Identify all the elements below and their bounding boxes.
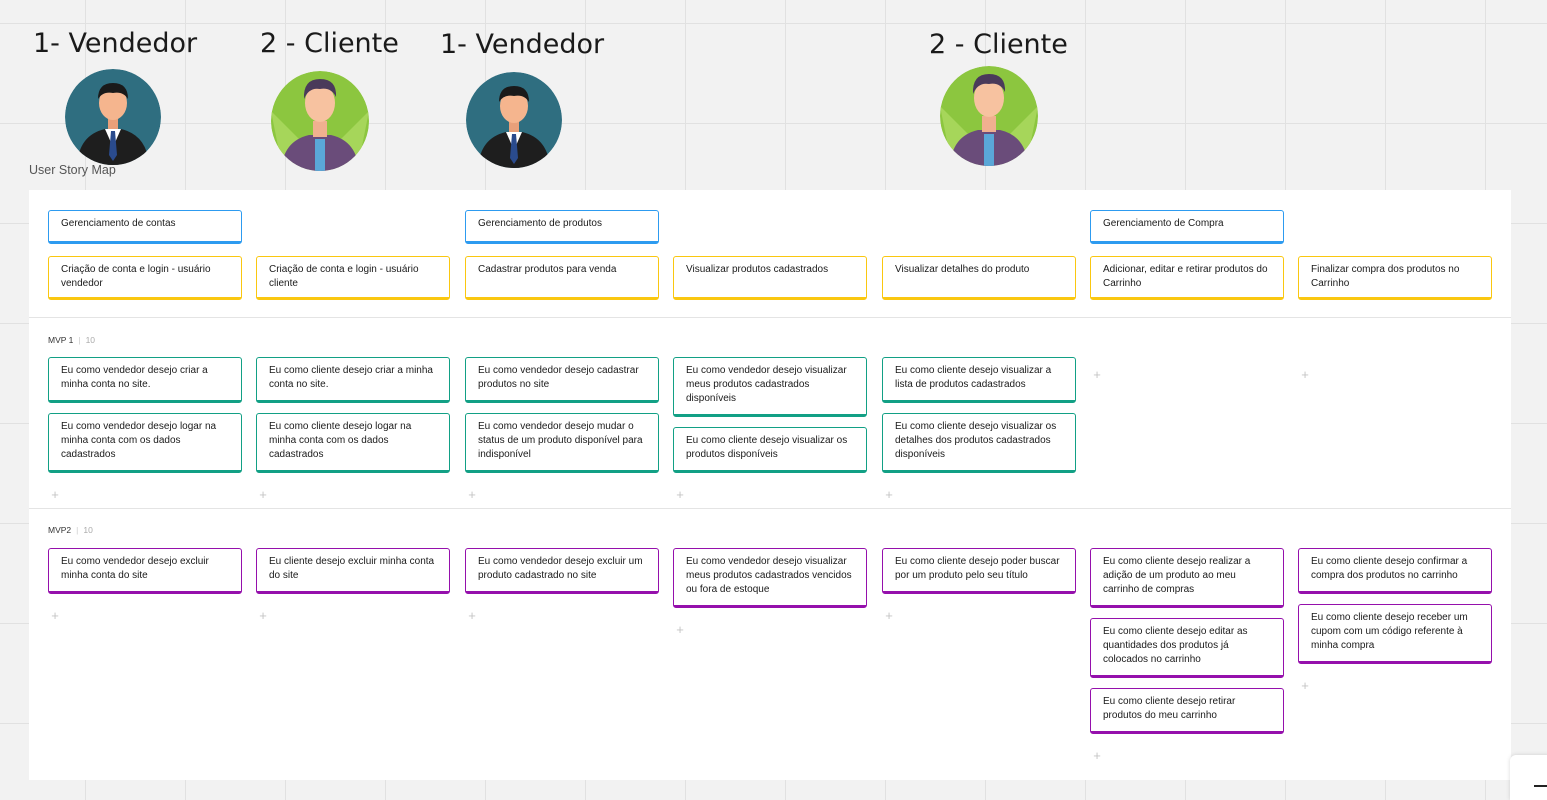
release-count: 10 — [83, 525, 93, 535]
zoom-out-button[interactable] — [1534, 785, 1547, 787]
persona-label-cliente-2[interactable]: 2 - Cliente — [929, 29, 1068, 60]
release-divider — [29, 317, 1511, 318]
story-card[interactable]: Eu como cliente desejo logar na minha co… — [256, 413, 450, 473]
activity-card[interactable]: Gerenciamento de Compra — [1090, 210, 1284, 244]
story-card[interactable]: Eu como vendedor desejo visualizar meus … — [673, 548, 867, 608]
zoom-control[interactable] — [1510, 755, 1547, 800]
story-card[interactable]: Eu como cliente desejo confirmar a compr… — [1298, 548, 1492, 594]
add-story-button[interactable]: + — [467, 488, 477, 501]
step-card[interactable]: Criação de conta e login - usuário clien… — [256, 256, 450, 300]
release-label[interactable]: MVP 1 | 10 — [48, 335, 95, 345]
story-card[interactable]: Eu como vendedor desejo visualizar meus … — [673, 357, 867, 417]
story-card[interactable]: Eu como cliente desejo visualizar os pro… — [673, 427, 867, 473]
release-separator: | — [76, 525, 79, 535]
client-avatar-icon[interactable] — [940, 66, 1038, 166]
add-story-button[interactable]: + — [50, 488, 60, 501]
add-story-button[interactable]: + — [1300, 368, 1310, 381]
activity-card[interactable]: Gerenciamento de produtos — [465, 210, 659, 244]
release-label[interactable]: MVP2 | 10 — [48, 525, 93, 535]
add-story-button[interactable]: + — [1092, 368, 1102, 381]
story-card[interactable]: Eu como vendedor desejo cadastrar produt… — [465, 357, 659, 403]
add-story-button[interactable]: + — [1092, 749, 1102, 762]
story-card[interactable]: Eu como vendedor desejo excluir minha co… — [48, 548, 242, 594]
release-count: 10 — [85, 335, 96, 345]
add-story-button[interactable]: + — [884, 609, 894, 622]
add-story-button[interactable]: + — [675, 488, 685, 501]
add-story-button[interactable]: + — [884, 488, 894, 501]
story-card[interactable]: Eu como vendedor desejo logar na minha c… — [48, 413, 242, 473]
add-story-button[interactable]: + — [1300, 679, 1310, 692]
story-card[interactable]: Eu como cliente desejo realizar a adição… — [1090, 548, 1284, 608]
persona-label-vendedor-2[interactable]: 1- Vendedor — [440, 29, 604, 60]
story-card[interactable]: Eu como cliente desejo retirar produtos … — [1090, 688, 1284, 734]
story-card[interactable]: Eu como cliente desejo visualizar a list… — [882, 357, 1076, 403]
seller-avatar-icon[interactable] — [466, 72, 562, 168]
story-card[interactable]: Eu como cliente desejo visualizar os det… — [882, 413, 1076, 473]
story-card[interactable]: Eu como vendedor desejo criar a minha co… — [48, 357, 242, 403]
seller-avatar-icon[interactable] — [65, 69, 161, 165]
story-card[interactable]: Eu cliente desejo excluir minha conta do… — [256, 548, 450, 594]
release-name: MVP 1 — [48, 335, 74, 345]
step-card[interactable]: Criação de conta e login - usuário vende… — [48, 256, 242, 300]
persona-label-vendedor-1[interactable]: 1- Vendedor — [33, 28, 197, 59]
release-separator: | — [78, 335, 81, 345]
add-story-button[interactable]: + — [675, 623, 685, 636]
step-card[interactable]: Cadastrar produtos para venda — [465, 256, 659, 300]
board-title: User Story Map — [29, 163, 116, 177]
story-map-board: Gerenciamento de contas Gerenciamento de … — [29, 190, 1511, 780]
step-card[interactable]: Adicionar, editar e retirar produtos do … — [1090, 256, 1284, 300]
step-card[interactable]: Visualizar detalhes do produto — [882, 256, 1076, 300]
release-name: MVP2 — [48, 525, 72, 535]
persona-label-cliente-1[interactable]: 2 - Cliente — [260, 28, 399, 59]
story-card[interactable]: Eu como cliente desejo poder buscar por … — [882, 548, 1076, 594]
story-card[interactable]: Eu como cliente desejo criar a minha con… — [256, 357, 450, 403]
story-card[interactable]: Eu como cliente desejo editar as quantid… — [1090, 618, 1284, 678]
add-story-button[interactable]: + — [467, 609, 477, 622]
step-card[interactable]: Visualizar produtos cadastrados — [673, 256, 867, 300]
story-card[interactable]: Eu como cliente desejo receber um cupom … — [1298, 604, 1492, 664]
client-avatar-icon[interactable] — [271, 71, 369, 171]
step-card[interactable]: Finalizar compra dos produtos no Carrinh… — [1298, 256, 1492, 300]
story-card[interactable]: Eu como vendedor desejo excluir um produ… — [465, 548, 659, 594]
add-story-button[interactable]: + — [258, 488, 268, 501]
activity-card[interactable]: Gerenciamento de contas — [48, 210, 242, 244]
story-card[interactable]: Eu como vendedor desejo mudar o status d… — [465, 413, 659, 473]
add-story-button[interactable]: + — [258, 609, 268, 622]
add-story-button[interactable]: + — [50, 609, 60, 622]
release-divider — [29, 508, 1511, 509]
